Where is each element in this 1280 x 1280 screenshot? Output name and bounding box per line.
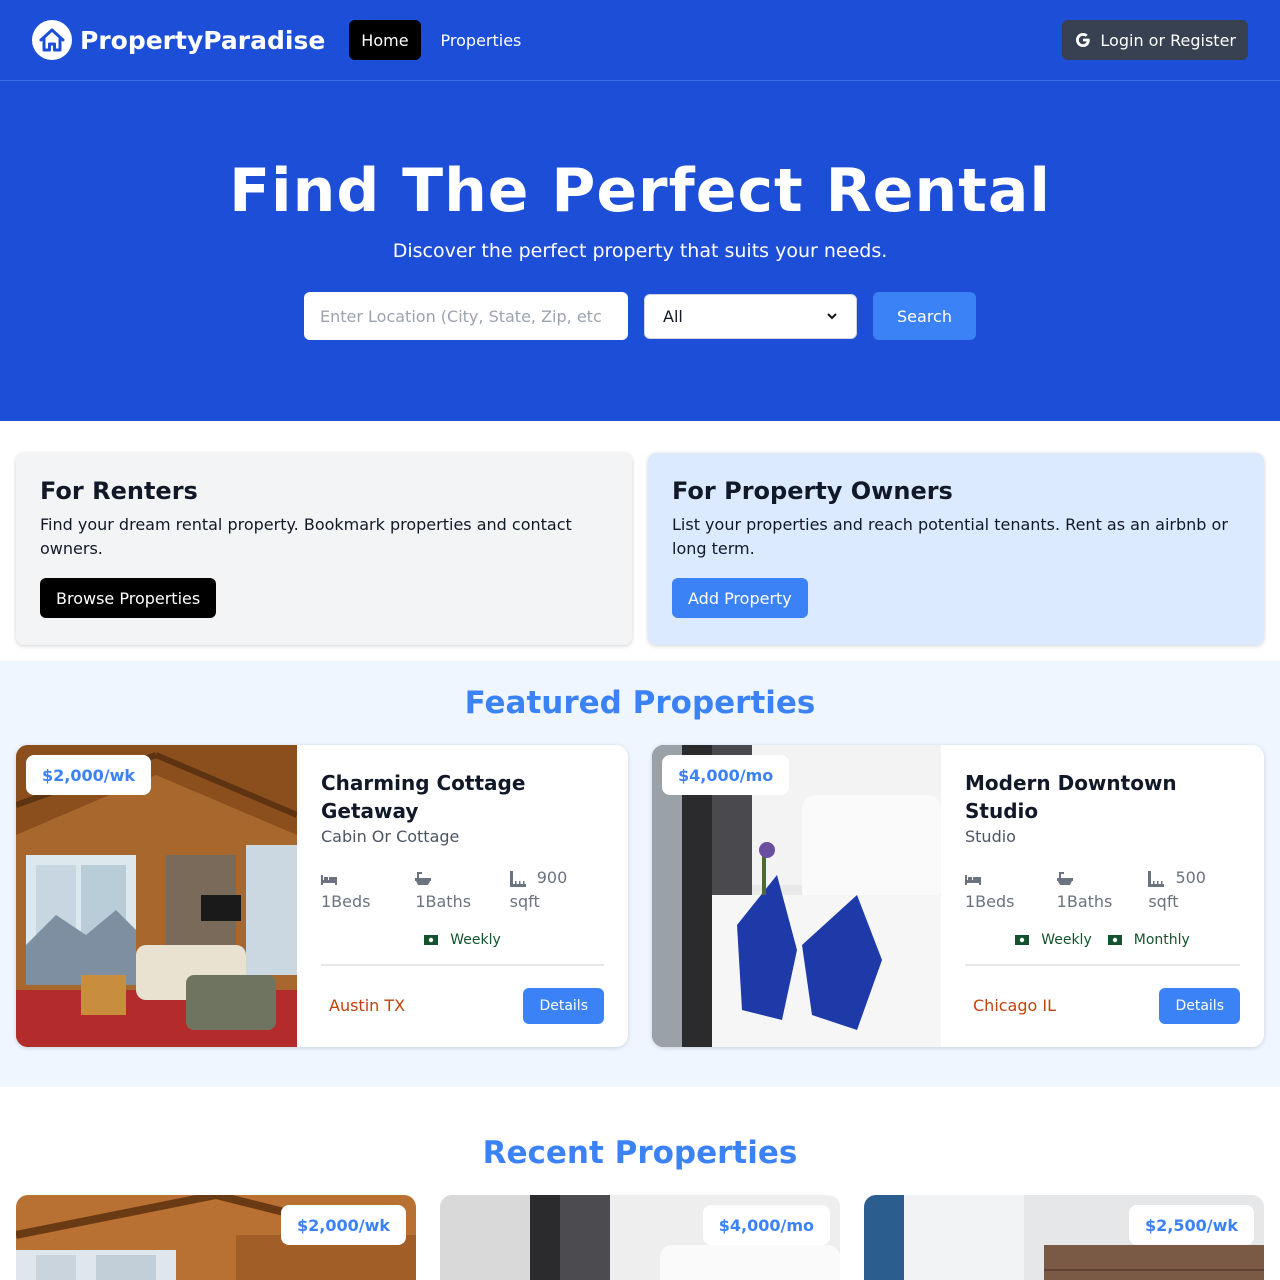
price-tag: $2,000/wk <box>280 1205 406 1245</box>
chevron-down-icon <box>827 313 837 320</box>
nav-properties-link[interactable]: Properties <box>429 20 534 60</box>
property-type: Cabin Or Cottage <box>321 827 460 846</box>
rate-label: Weekly <box>450 932 501 948</box>
rate-weekly: Weekly <box>1015 932 1092 948</box>
rate-weekly: Weekly <box>424 932 501 948</box>
rate-monthly: Monthly <box>1107 932 1190 948</box>
rate-label: Weekly <box>1041 932 1092 948</box>
add-property-button[interactable]: Add Property <box>672 578 808 618</box>
ruler-icon <box>509 870 526 887</box>
details-button[interactable]: Details <box>523 988 604 1024</box>
card-divider <box>321 964 604 966</box>
price-tag: $2,000/wk <box>26 755 152 795</box>
bath-icon <box>1056 871 1073 885</box>
studio-photo[interactable]: $4,000/mo <box>652 745 941 1047</box>
featured-card[interactable]: $2,000/wk Charming Cottage Getaway Cabin… <box>16 745 628 1047</box>
recent-property-card[interactable]: $2,000/wk <box>16 1195 416 1280</box>
recent-property-card[interactable]: $2,500/wk <box>864 1195 1264 1280</box>
price-tag: $4,000/mo <box>702 1205 830 1245</box>
property-location: Austin TX <box>329 995 406 1015</box>
cottage-photo[interactable]: $2,000/wk <box>16 745 299 1047</box>
renters-text: Find your dream rental property. Bookmar… <box>40 515 572 558</box>
card-divider <box>965 964 1240 966</box>
renters-box: For Renters Find your dream rental prope… <box>16 453 632 645</box>
recent-property-card[interactable]: $4,000/mo <box>440 1195 840 1280</box>
main-nav: Home Properties <box>349 20 533 60</box>
rate-options: Weekly Monthly <box>965 932 1240 948</box>
hero-title: Find The Perfect Rental <box>229 156 1051 226</box>
rate-options: Weekly <box>321 932 604 948</box>
baths-count: 1Baths <box>1056 892 1113 911</box>
property-location: Chicago IL <box>973 995 1057 1015</box>
area-value: 900 <box>536 868 568 887</box>
login-label: Login or Register <box>1100 30 1236 50</box>
beds-count: 1Beds <box>965 892 1015 911</box>
price-tag: $4,000/mo <box>662 755 790 795</box>
owners-box: For Property Owners List your properties… <box>648 453 1264 645</box>
area-unit: sqft <box>509 892 540 911</box>
house-logo-icon[interactable] <box>32 20 72 60</box>
baths-stat: 1Baths <box>415 866 509 914</box>
bath-icon <box>415 871 432 885</box>
beds-count: 1Beds <box>321 892 371 911</box>
details-button[interactable]: Details <box>1159 988 1240 1024</box>
google-icon <box>1076 33 1091 47</box>
nav-home-link[interactable]: Home <box>349 20 421 60</box>
owners-title: For Property Owners <box>672 477 953 505</box>
hero-subtitle: Discover the perfect property that suits… <box>392 240 888 262</box>
bed-icon <box>321 874 337 885</box>
money-bill-icon <box>1015 935 1030 945</box>
browse-properties-button[interactable]: Browse Properties <box>40 578 217 618</box>
baths-count: 1Baths <box>415 892 472 911</box>
ruler-icon <box>1148 870 1165 887</box>
baths-stat: 1Baths <box>1056 866 1149 914</box>
owners-text: List your properties and reach potential… <box>672 515 1228 558</box>
property-name[interactable]: Modern Downtown Studio <box>965 769 1240 825</box>
area-unit: sqft <box>1148 892 1179 911</box>
hero-section: Find The Perfect Rental Discover the per… <box>0 81 1280 421</box>
beds-stat: 1Beds <box>965 866 1057 914</box>
login-register-button[interactable]: Login or Register <box>1062 20 1248 60</box>
beds-stat: 1Beds <box>321 866 415 914</box>
location-input[interactable] <box>304 292 628 340</box>
search-button[interactable]: Search <box>873 292 976 340</box>
property-type: Studio <box>965 827 1016 846</box>
property-type-value: All <box>663 306 683 326</box>
navbar: PropertyParadise Home Properties Login o… <box>0 0 1280 81</box>
area-stat: 500 sqft <box>1148 866 1240 914</box>
search-form: All Search <box>0 292 1280 340</box>
brand-name[interactable]: PropertyParadise <box>80 26 325 55</box>
renters-title: For Renters <box>40 477 198 505</box>
info-boxes: For Renters Find your dream rental prope… <box>0 421 1280 661</box>
bed-icon <box>965 874 981 885</box>
property-type-select[interactable]: All <box>644 293 857 339</box>
money-bill-icon <box>424 935 439 945</box>
area-stat: 900 sqft <box>509 866 604 914</box>
price-tag: $2,500/wk <box>1128 1205 1254 1245</box>
featured-section: Featured Properties $2,000/wk Charming C… <box>0 661 1280 1087</box>
area-value: 500 <box>1175 868 1206 887</box>
money-bill-icon <box>1107 935 1122 945</box>
featured-title: Featured Properties <box>464 685 816 721</box>
featured-card[interactable]: $4,000/mo Modern Downtown Studio Studio … <box>652 745 1264 1047</box>
rate-label: Monthly <box>1133 932 1190 948</box>
property-name[interactable]: Charming Cottage Getaway <box>321 769 604 825</box>
recent-title: Recent Properties <box>482 1135 798 1171</box>
recent-section: Recent Properties $2,000/wk $4,000/mo $2… <box>0 1087 1280 1280</box>
